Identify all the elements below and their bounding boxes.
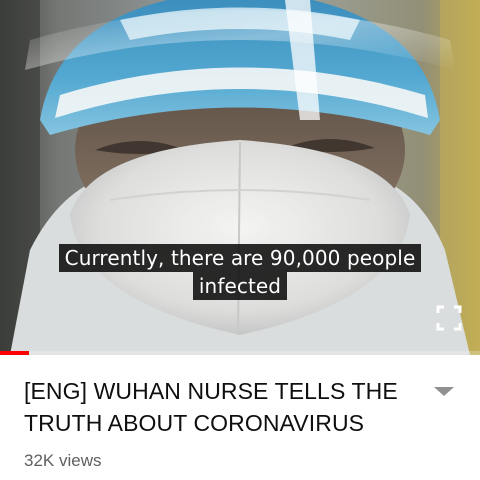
- video-title[interactable]: [ENG] WUHAN NURSE TELLS THE TRUTH ABOUT …: [24, 375, 414, 439]
- expand-description-button[interactable]: [430, 381, 458, 401]
- video-frame: [0, 0, 480, 355]
- fullscreen-button[interactable]: [433, 302, 465, 334]
- video-player[interactable]: Currently, there are 90,000 people infec…: [0, 0, 480, 355]
- youtube-watch-screen: Currently, there are 90,000 people infec…: [0, 0, 480, 480]
- fullscreen-icon: [436, 305, 462, 331]
- view-count: 32K views: [24, 451, 102, 470]
- chevron-down-icon: [434, 387, 454, 396]
- video-info: [ENG] WUHAN NURSE TELLS THE TRUTH ABOUT …: [0, 355, 480, 480]
